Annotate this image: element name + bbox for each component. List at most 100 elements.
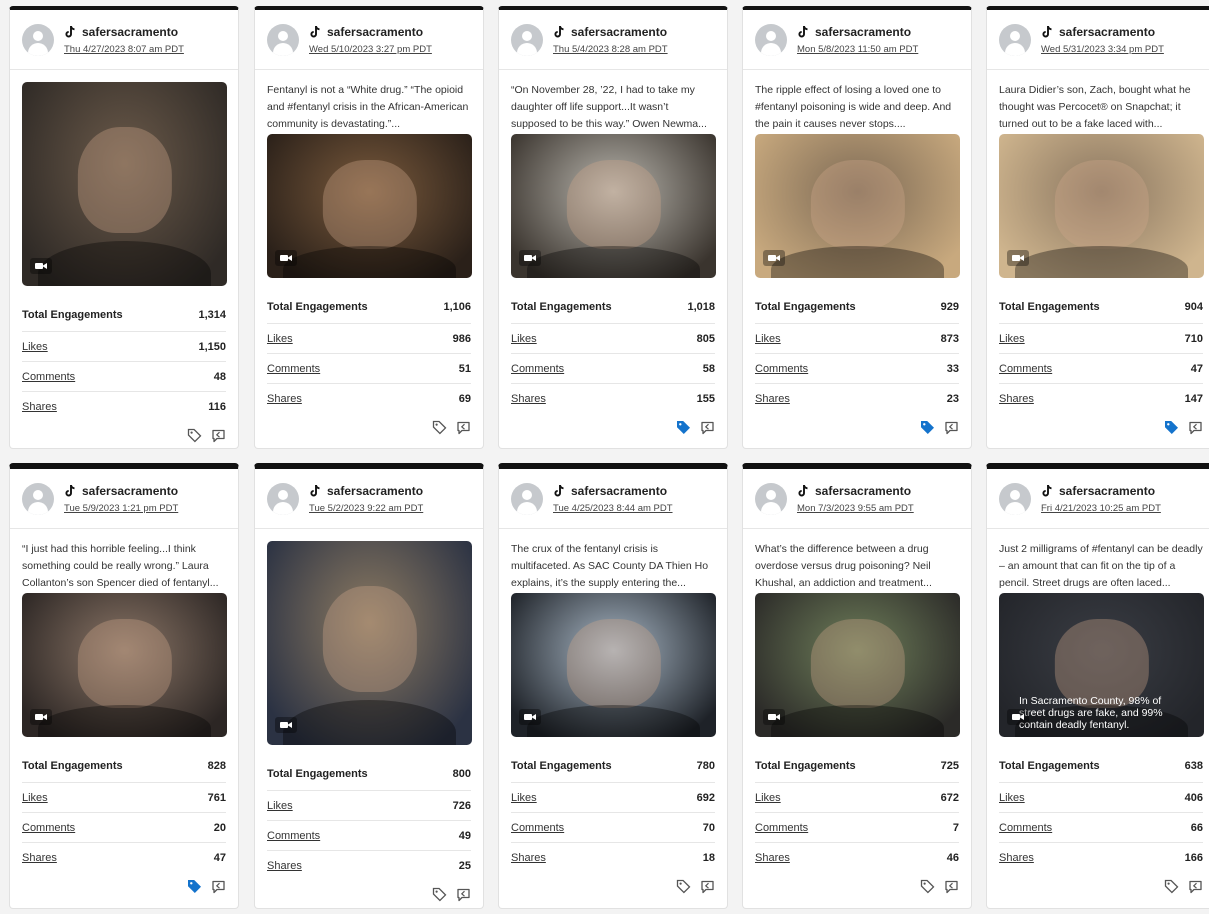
avatar[interactable]: [511, 24, 543, 56]
reply-icon[interactable]: [944, 879, 959, 894]
post-card[interactable]: safersacramento Thu 4/27/2023 8:07 am PDT…: [9, 6, 239, 449]
avatar[interactable]: [755, 483, 787, 515]
post-date-link[interactable]: Thu 4/27/2023 8:07 am PDT: [64, 44, 184, 55]
post-date-link[interactable]: Mon 7/3/2023 9:55 am PDT: [797, 503, 914, 514]
avatar[interactable]: [755, 24, 787, 56]
reply-icon[interactable]: [211, 428, 226, 443]
video-thumbnail[interactable]: [755, 134, 960, 278]
likes-label[interactable]: Likes: [22, 341, 48, 353]
video-thumbnail[interactable]: [755, 593, 960, 737]
post-date-link[interactable]: Tue 5/9/2023 1:21 pm PDT: [64, 503, 178, 514]
video-thumbnail[interactable]: In Sacramento County, 98% of street drug…: [999, 593, 1204, 737]
post-date-link[interactable]: Thu 5/4/2023 8:28 am PDT: [553, 44, 668, 55]
tag-icon[interactable]: [1164, 879, 1179, 894]
video-thumbnail[interactable]: [511, 134, 716, 278]
username[interactable]: safersacramento: [815, 484, 911, 498]
tag-icon[interactable]: [432, 887, 447, 902]
likes-label[interactable]: Likes: [267, 333, 293, 345]
tag-icon[interactable]: [920, 879, 935, 894]
post-date-link[interactable]: Wed 5/31/2023 3:34 pm PDT: [1041, 44, 1164, 55]
comments-label[interactable]: Comments: [511, 363, 564, 375]
video-thumbnail[interactable]: [267, 541, 472, 745]
post-card[interactable]: safersacramento Thu 5/4/2023 8:28 am PDT “…: [498, 6, 728, 449]
comments-label[interactable]: Comments: [22, 822, 75, 834]
avatar[interactable]: [22, 483, 54, 515]
tag-icon[interactable]: [676, 420, 691, 435]
tag-icon[interactable]: [1164, 420, 1179, 435]
video-thumbnail[interactable]: [22, 82, 227, 286]
likes-label[interactable]: Likes: [755, 333, 781, 345]
video-thumbnail[interactable]: [22, 593, 227, 737]
post-card[interactable]: safersacramento Wed 5/10/2023 3:27 pm PDT…: [254, 6, 484, 449]
avatar[interactable]: [999, 483, 1031, 515]
reply-icon[interactable]: [456, 420, 471, 435]
comments-label[interactable]: Comments: [511, 822, 564, 834]
post-card[interactable]: safersacramento Fri 4/21/2023 10:25 am PD…: [986, 463, 1209, 909]
shares-label[interactable]: Shares: [511, 852, 546, 864]
tag-icon[interactable]: [920, 420, 935, 435]
reply-icon[interactable]: [1188, 420, 1203, 435]
comments-label[interactable]: Comments: [22, 371, 75, 383]
shares-label[interactable]: Shares: [267, 860, 302, 872]
post-date-link[interactable]: Tue 5/2/2023 9:22 am PDT: [309, 503, 423, 514]
reply-icon[interactable]: [700, 879, 715, 894]
likes-label[interactable]: Likes: [999, 333, 1025, 345]
comments-label[interactable]: Comments: [755, 363, 808, 375]
video-thumbnail[interactable]: [511, 593, 716, 737]
post-card[interactable]: safersacramento Tue 5/9/2023 1:21 pm PDT “…: [9, 463, 239, 909]
video-thumbnail[interactable]: [267, 134, 472, 278]
shares-label[interactable]: Shares: [22, 401, 57, 413]
username[interactable]: safersacramento: [815, 25, 911, 39]
shares-label[interactable]: Shares: [22, 852, 57, 864]
shares-label[interactable]: Shares: [999, 852, 1034, 864]
post-date-link[interactable]: Tue 4/25/2023 8:44 am PDT: [553, 503, 673, 514]
likes-label[interactable]: Likes: [22, 792, 48, 804]
comments-label[interactable]: Comments: [267, 830, 320, 842]
video-thumbnail[interactable]: [999, 134, 1204, 278]
reply-icon[interactable]: [211, 879, 226, 894]
username[interactable]: safersacramento: [1059, 25, 1155, 39]
likes-label[interactable]: Likes: [999, 792, 1025, 804]
comments-label[interactable]: Comments: [267, 363, 320, 375]
post-date-link[interactable]: Wed 5/10/2023 3:27 pm PDT: [309, 44, 432, 55]
shares-label[interactable]: Shares: [755, 393, 790, 405]
avatar[interactable]: [511, 483, 543, 515]
username[interactable]: safersacramento: [1059, 484, 1155, 498]
username[interactable]: safersacramento: [327, 484, 423, 498]
avatar[interactable]: [267, 24, 299, 56]
likes-label[interactable]: Likes: [755, 792, 781, 804]
shares-label[interactable]: Shares: [999, 393, 1034, 405]
tag-icon[interactable]: [187, 879, 202, 894]
likes-label[interactable]: Likes: [267, 800, 293, 812]
post-date-link[interactable]: Fri 4/21/2023 10:25 am PDT: [1041, 503, 1161, 514]
shares-label[interactable]: Shares: [755, 852, 790, 864]
username[interactable]: safersacramento: [571, 484, 667, 498]
post-date-link[interactable]: Mon 5/8/2023 11:50 am PDT: [797, 44, 918, 55]
shares-label[interactable]: Shares: [267, 393, 302, 405]
tag-icon[interactable]: [676, 879, 691, 894]
post-card[interactable]: safersacramento Mon 5/8/2023 11:50 am PDT…: [742, 6, 972, 449]
post-card[interactable]: safersacramento Tue 4/25/2023 8:44 am PDT…: [498, 463, 728, 909]
likes-label[interactable]: Likes: [511, 792, 537, 804]
tag-icon[interactable]: [432, 420, 447, 435]
tag-icon[interactable]: [187, 428, 202, 443]
shares-label[interactable]: Shares: [511, 393, 546, 405]
reply-icon[interactable]: [944, 420, 959, 435]
comments-label[interactable]: Comments: [755, 822, 808, 834]
comments-label[interactable]: Comments: [999, 363, 1052, 375]
post-card[interactable]: safersacramento Wed 5/31/2023 3:34 pm PDT…: [986, 6, 1209, 449]
reply-icon[interactable]: [456, 887, 471, 902]
avatar[interactable]: [22, 24, 54, 56]
comments-label[interactable]: Comments: [999, 822, 1052, 834]
avatar[interactable]: [267, 483, 299, 515]
avatar[interactable]: [999, 24, 1031, 56]
reply-icon[interactable]: [700, 420, 715, 435]
username[interactable]: safersacramento: [82, 25, 178, 39]
likes-label[interactable]: Likes: [511, 333, 537, 345]
username[interactable]: safersacramento: [82, 484, 178, 498]
post-card[interactable]: safersacramento Mon 7/3/2023 9:55 am PDT W…: [742, 463, 972, 909]
username[interactable]: safersacramento: [571, 25, 667, 39]
post-card[interactable]: safersacramento Tue 5/2/2023 9:22 am PDT T…: [254, 463, 484, 909]
reply-icon[interactable]: [1188, 879, 1203, 894]
username[interactable]: safersacramento: [327, 25, 423, 39]
